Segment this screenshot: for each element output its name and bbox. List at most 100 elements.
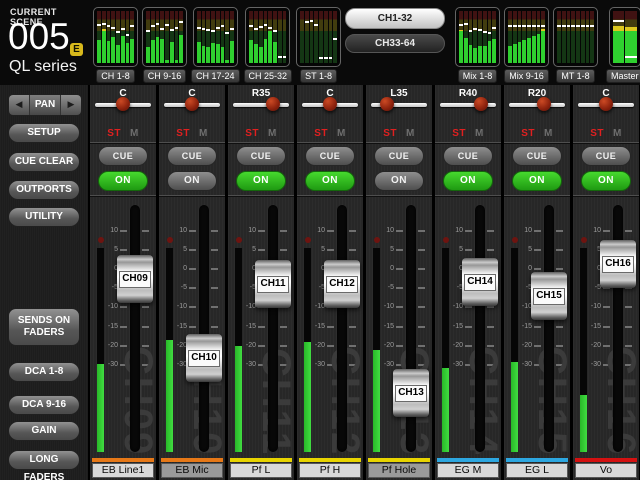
fader-scale-label: 5 <box>114 245 118 253</box>
on-button[interactable]: ON <box>581 171 631 191</box>
utility-button[interactable]: UTILITY <box>8 207 80 227</box>
channel-name[interactable]: Vo <box>575 463 637 478</box>
on-button[interactable]: ON <box>374 171 424 191</box>
pan-knob-icon[interactable] <box>185 97 199 111</box>
sends-on-faders-button[interactable]: SENDS ON FADERS <box>8 308 80 346</box>
fader-scale-label: 10 <box>524 226 532 234</box>
fader-cap[interactable]: CH13 <box>393 368 429 417</box>
channel-name[interactable]: Pf H <box>299 463 361 478</box>
output-meter-groups: Mix 1-8 Mix 9-16 MT 1-8 Master <box>455 7 640 83</box>
meter-column <box>319 11 323 63</box>
fader-scale-tick <box>396 267 403 270</box>
meter-group[interactable]: CH 25-32 <box>243 7 293 83</box>
channel-name[interactable]: Pf Hole <box>368 463 430 478</box>
meter-group[interactable]: Mix 9-16 <box>504 7 549 83</box>
fader-scale-tick <box>534 326 541 329</box>
pan-knob-icon[interactable] <box>536 97 551 111</box>
cue-button[interactable]: CUE <box>236 146 286 166</box>
fader-cap[interactable]: CH12 <box>324 260 360 309</box>
fader-track[interactable] <box>268 205 278 452</box>
mode-prev-icon[interactable]: ◀ <box>9 95 30 115</box>
cue-button[interactable]: CUE <box>581 146 631 166</box>
pan-slider[interactable] <box>435 97 501 113</box>
meter-group[interactable]: Mix 1-8 <box>455 7 500 83</box>
channel-name[interactable]: EG M <box>437 463 499 478</box>
on-button[interactable]: ON <box>305 171 355 191</box>
dca-1-8-button[interactable]: DCA 1-8 <box>8 362 80 382</box>
gain-button[interactable]: GAIN <box>8 421 80 441</box>
fader-scale-tick <box>396 306 403 308</box>
meter-group[interactable]: CH 1-8 <box>93 7 138 83</box>
fader-scale-tick <box>396 326 403 329</box>
fader-scale-tick <box>280 229 287 232</box>
level-meter-fill <box>97 364 104 452</box>
cue-button[interactable]: CUE <box>98 146 148 166</box>
on-button[interactable]: ON <box>167 171 217 191</box>
meter-group[interactable]: ST 1-8 <box>296 7 342 83</box>
fader-track[interactable] <box>475 205 485 452</box>
meter-group[interactable]: CH 17-24 <box>191 7 240 83</box>
fader-track[interactable] <box>544 205 554 452</box>
on-button[interactable]: ON <box>512 171 562 191</box>
on-button[interactable]: ON <box>443 171 493 191</box>
cue-clear-button[interactable]: CUE CLEAR <box>8 152 80 172</box>
meter-group-label: CH 1-8 <box>96 69 135 83</box>
channel-name[interactable]: EB Mic <box>161 463 223 478</box>
meter-column <box>459 11 463 63</box>
scene-panel[interactable]: CURRENT SCENE 005 E QL series <box>0 0 88 85</box>
meter-group[interactable]: MT 1-8 <box>553 7 598 83</box>
pan-slider[interactable] <box>504 97 570 113</box>
mono-assign-indicator: M <box>405 128 415 139</box>
cue-button[interactable]: CUE <box>374 146 424 166</box>
fader-track[interactable] <box>337 205 347 452</box>
fader-cap[interactable]: CH09 <box>117 255 153 304</box>
fader-cap[interactable]: CH16 <box>600 240 636 289</box>
fader-scale-tick <box>120 306 127 308</box>
cue-button[interactable]: CUE <box>167 146 217 166</box>
pan-knob-icon[interactable] <box>265 97 280 111</box>
bank-button-ch33-64[interactable]: CH33-64 <box>345 34 445 53</box>
level-meter <box>580 248 587 452</box>
cue-button[interactable]: CUE <box>512 146 562 166</box>
fader-scale-label: -5 <box>318 283 325 291</box>
outports-button[interactable]: OUTPORTS <box>8 180 80 200</box>
meter-column <box>111 11 115 63</box>
pan-slider[interactable] <box>366 97 432 113</box>
channel-name[interactable]: EG L <box>506 463 568 478</box>
fader-cap[interactable]: CH15 <box>531 272 567 321</box>
bank-button-ch1-32[interactable]: CH1-32 <box>345 8 445 29</box>
fader-cap[interactable]: CH10 <box>186 334 222 383</box>
level-meter-fill <box>166 339 173 452</box>
on-button[interactable]: ON <box>236 171 286 191</box>
fader-scale-tick <box>418 267 425 270</box>
level-meter <box>97 248 104 452</box>
channel-name[interactable]: Pf L <box>230 463 292 478</box>
pan-knob-icon[interactable] <box>323 97 337 111</box>
pan-slider[interactable] <box>297 97 363 113</box>
channel-name[interactable]: EB Line1 <box>92 463 154 478</box>
dca-9-16-button[interactable]: DCA 9-16 <box>8 395 80 415</box>
on-button[interactable]: ON <box>98 171 148 191</box>
cue-button[interactable]: CUE <box>443 146 493 166</box>
level-meter <box>235 248 242 452</box>
fader-cap[interactable]: CH11 <box>255 260 291 309</box>
fader-scale-tick <box>142 248 149 251</box>
pan-knob-icon[interactable] <box>116 97 130 111</box>
fader-track[interactable] <box>199 205 209 452</box>
fader-scale-tick <box>487 248 494 251</box>
pan-knob-icon[interactable] <box>380 97 395 111</box>
pan-knob-icon[interactable] <box>599 97 613 111</box>
pan-knob-icon[interactable] <box>474 97 489 111</box>
fader-cap[interactable]: CH14 <box>462 257 498 306</box>
pan-slider[interactable] <box>573 97 639 113</box>
mode-next-icon[interactable]: ▶ <box>60 95 81 115</box>
fader-track[interactable] <box>130 205 140 452</box>
pan-slider[interactable] <box>90 97 156 113</box>
pan-slider[interactable] <box>228 97 294 113</box>
setup-button[interactable]: SETUP <box>8 123 80 143</box>
meter-group[interactable]: Master <box>606 7 640 83</box>
pan-slider[interactable] <box>159 97 225 113</box>
meter-group[interactable]: CH 9-16 <box>142 7 187 83</box>
long-faders-button[interactable]: LONG FADERS <box>8 450 80 480</box>
cue-button[interactable]: CUE <box>305 146 355 166</box>
